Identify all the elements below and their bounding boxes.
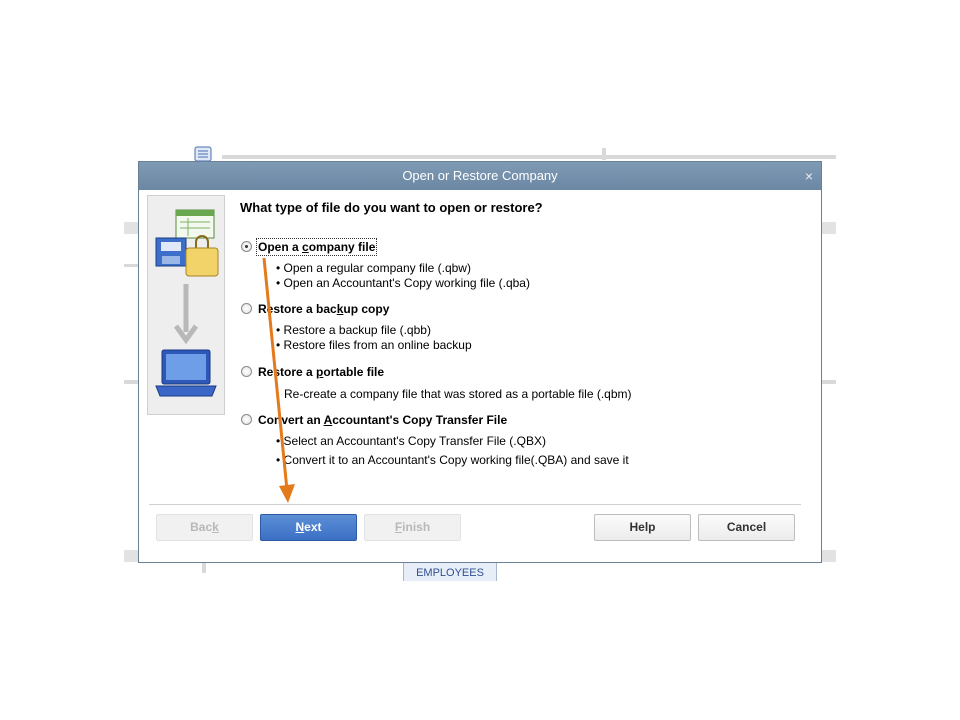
help-button[interactable]: Help: [594, 514, 691, 541]
open-restore-dialog: Open or Restore Company × What type of f…: [138, 161, 822, 563]
background-divider: [222, 155, 836, 159]
background-divider: [602, 148, 606, 160]
background-divider: [822, 222, 836, 234]
finish-button[interactable]: Finish: [364, 514, 461, 541]
restore-backup-label[interactable]: Restore a backup copy: [258, 302, 389, 316]
close-icon[interactable]: ×: [805, 162, 813, 190]
dialog-titlebar: Open or Restore Company ×: [139, 162, 821, 190]
dialog-title: Open or Restore Company: [402, 168, 558, 183]
background-divider: [124, 380, 138, 384]
down-arrow-icon: [173, 284, 199, 345]
background-divider: [202, 563, 206, 573]
background-divider: [822, 550, 836, 562]
convert-transfer-label[interactable]: Convert an Accountant's Copy Transfer Fi…: [258, 413, 507, 427]
open-company-label[interactable]: Open a company file: [255, 238, 378, 256]
restore-portable-label[interactable]: Restore a portable file: [258, 365, 384, 379]
option-description: • Restore files from an online backup: [276, 338, 472, 352]
option-description: • Open a regular company file (.qbw): [276, 261, 471, 275]
company-file-icon: [155, 209, 219, 277]
side-illustration: [147, 195, 225, 415]
restore-portable-radio[interactable]: [241, 366, 252, 377]
background-divider: [822, 380, 836, 384]
convert-transfer-radio[interactable]: [241, 414, 252, 425]
laptop-icon: [155, 349, 217, 397]
option-description: • Select an Accountant's Copy Transfer F…: [276, 434, 546, 448]
cancel-button[interactable]: Cancel: [698, 514, 795, 541]
option-description: • Convert it to an Accountant's Copy wor…: [276, 453, 629, 467]
dialog-question: What type of file do you want to open or…: [240, 200, 543, 215]
open-company-radio[interactable]: [241, 241, 252, 252]
background-divider: [124, 550, 138, 562]
restore-backup-radio[interactable]: [241, 303, 252, 314]
button-separator: [149, 504, 801, 505]
background-divider: [124, 222, 138, 234]
back-button[interactable]: Back: [156, 514, 253, 541]
employees-tab[interactable]: EMPLOYEES: [403, 562, 497, 581]
option-description: • Restore a backup file (.qbb): [276, 323, 431, 337]
background-divider: [124, 264, 138, 267]
option-description: • Open an Accountant's Copy working file…: [276, 276, 530, 290]
next-button[interactable]: Next: [260, 514, 357, 541]
option-description: Re-create a company file that was stored…: [284, 387, 632, 401]
